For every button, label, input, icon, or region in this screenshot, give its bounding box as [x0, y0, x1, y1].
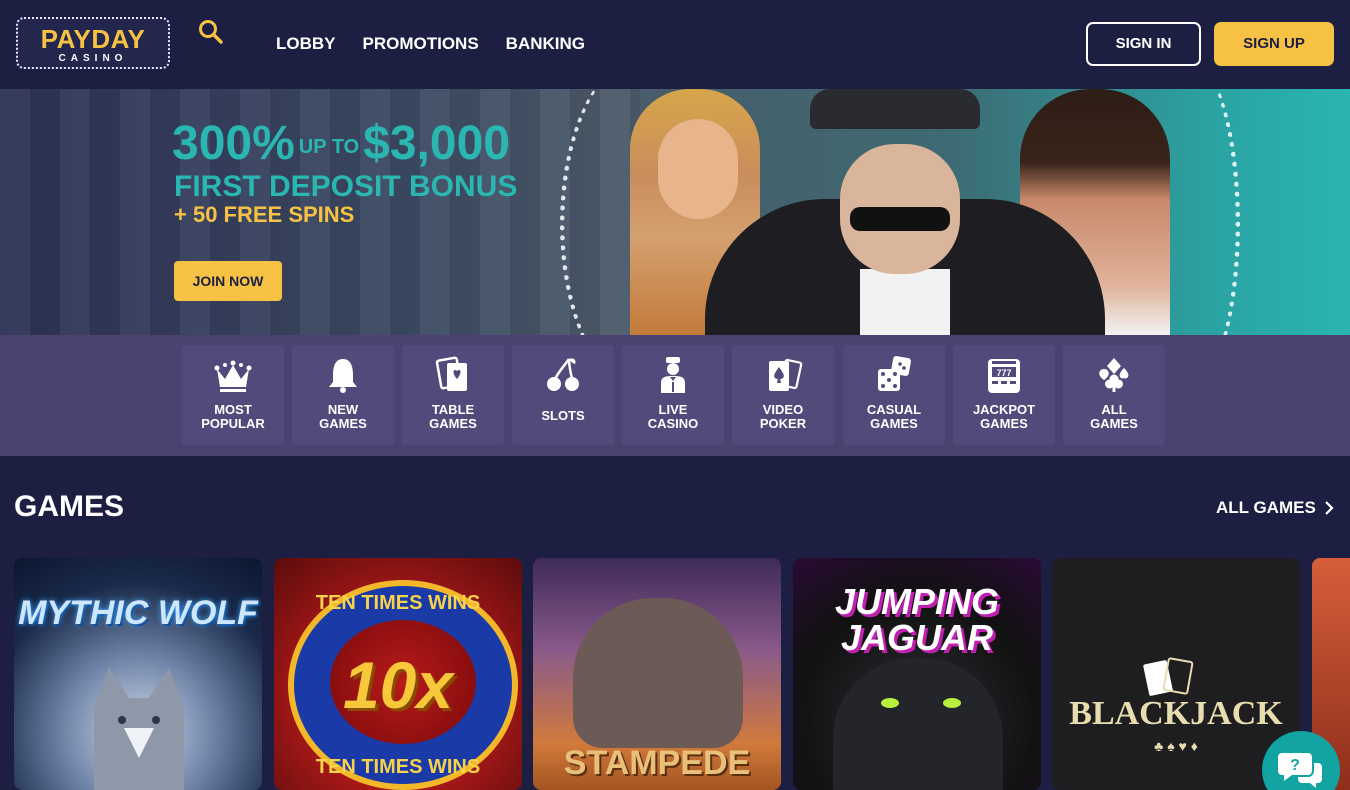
main-nav: LOBBY PROMOTIONS BANKING: [276, 33, 612, 55]
wolf-illustration: [94, 668, 184, 790]
game-tile-stampede[interactable]: STAMPEDE: [533, 558, 781, 790]
nav-lobby[interactable]: LOBBY: [276, 33, 336, 55]
category-jackpot-games[interactable]: 777 JACKPOT GAMES: [953, 345, 1055, 445]
cards-icon: [435, 356, 467, 391]
cherry-icon: [547, 358, 579, 391]
category-label: JACKPOT GAMES: [972, 402, 1036, 431]
category-new-games[interactable]: NEW GAMES: [292, 345, 394, 445]
category-most-popular[interactable]: MOST POPULAR: [182, 345, 284, 445]
category-slots[interactable]: SLOTS: [512, 345, 614, 445]
category-video-poker[interactable]: VIDEO POKER: [732, 345, 834, 445]
category-live-casino[interactable]: LIVE CASINO: [622, 345, 724, 445]
category-table-games[interactable]: TABLE GAMES: [402, 345, 504, 445]
panther-illustration: [833, 658, 1003, 790]
free-spins-text: + 50 FREE SPINS: [174, 202, 355, 227]
nav-banking[interactable]: BANKING: [506, 33, 585, 55]
game-title: MYTHIC WOLF: [18, 594, 258, 632]
category-label: MOST POPULAR: [201, 402, 265, 431]
category-casual-games[interactable]: CASUAL GAMES: [843, 345, 945, 445]
category-label: ALL GAMES: [1090, 402, 1138, 431]
site-header: PAYDAY CASINO LOBBY PROMOTIONS BANKING S…: [0, 0, 1350, 89]
up-to-label: UP TO: [298, 136, 360, 158]
mobster-shirt: [860, 269, 950, 335]
bonus-subheadline: FIRST DEPOSIT BONUS: [174, 170, 518, 203]
game-tile-ten-times-wins[interactable]: TEN TIMES WINS 10x TEN TIMES WINS: [274, 558, 522, 790]
game-tile-blackjack[interactable]: BLACKJACK ♣ ♠ ♥ ♦: [1052, 558, 1300, 790]
game-title: BLACKJACK: [1069, 695, 1283, 732]
game-tile-mythic-wolf[interactable]: MYTHIC WOLF: [14, 558, 262, 790]
category-label: VIDEO POKER: [759, 402, 807, 431]
suits-icon: [1099, 358, 1129, 392]
category-label: NEW GAMES: [319, 402, 367, 431]
all-games-link[interactable]: ALL GAMES: [1216, 497, 1316, 519]
game-arc-text-bottom: TEN TIMES WINS: [315, 756, 481, 778]
search-icon[interactable]: [198, 19, 224, 45]
panther-eye: [943, 698, 961, 708]
mobster-hat: [810, 89, 980, 129]
bell-icon: [329, 359, 357, 393]
dice-icon: [878, 356, 911, 391]
svg-text:?: ?: [1290, 757, 1300, 774]
sign-up-button[interactable]: SIGN UP: [1214, 22, 1334, 66]
category-label: SLOTS: [541, 408, 585, 423]
game-title: 10x: [342, 648, 454, 722]
crown-icon: [214, 360, 252, 392]
elephant-illustration: [573, 598, 743, 748]
logo-wordmark: PAYDAY: [40, 24, 146, 54]
card-suits: ♣ ♠ ♥ ♦: [1154, 738, 1198, 754]
playing-cards-icon: [1143, 657, 1194, 696]
category-label: CASUAL GAMES: [866, 402, 922, 431]
slot-machine-icon: 777: [988, 359, 1020, 393]
category-label: LIVE CASINO: [647, 402, 699, 431]
category-bar: MOST POPULAR NEW GAMES TABLE GAMES SLOTS: [0, 335, 1350, 456]
dealer-icon: [661, 357, 685, 393]
game-title: JUMPING JAGUAR: [834, 581, 1000, 658]
game-arc-text-top: TEN TIMES WINS: [315, 592, 481, 614]
join-now-button[interactable]: JOIN NOW: [174, 261, 282, 301]
payday-casino-logo[interactable]: PAYDAY CASINO: [16, 17, 170, 69]
cleopatra-face: [658, 119, 738, 219]
logo-subtitle: CASINO: [58, 53, 128, 64]
category-all-games[interactable]: ALL GAMES: [1063, 345, 1165, 445]
game-tile-jumping-jaguar[interactable]: JUMPING JAGUAR: [793, 558, 1041, 790]
chat-icon: ?: [1278, 753, 1322, 788]
category-label: TABLE GAMES: [429, 402, 477, 431]
mobster-glasses: [850, 207, 950, 231]
bonus-headline: 300% UP TO$3,000: [172, 117, 510, 170]
nav-promotions[interactable]: PROMOTIONS: [363, 33, 479, 55]
svg-text:777: 777: [996, 368, 1011, 378]
chevron-right-icon[interactable]: [1322, 499, 1336, 517]
spade-card-icon: [769, 358, 803, 391]
games-section-title: GAMES: [14, 490, 125, 523]
game-title: STAMPEDE: [563, 744, 751, 782]
panther-eye: [881, 698, 899, 708]
sign-in-button[interactable]: SIGN IN: [1086, 22, 1201, 66]
